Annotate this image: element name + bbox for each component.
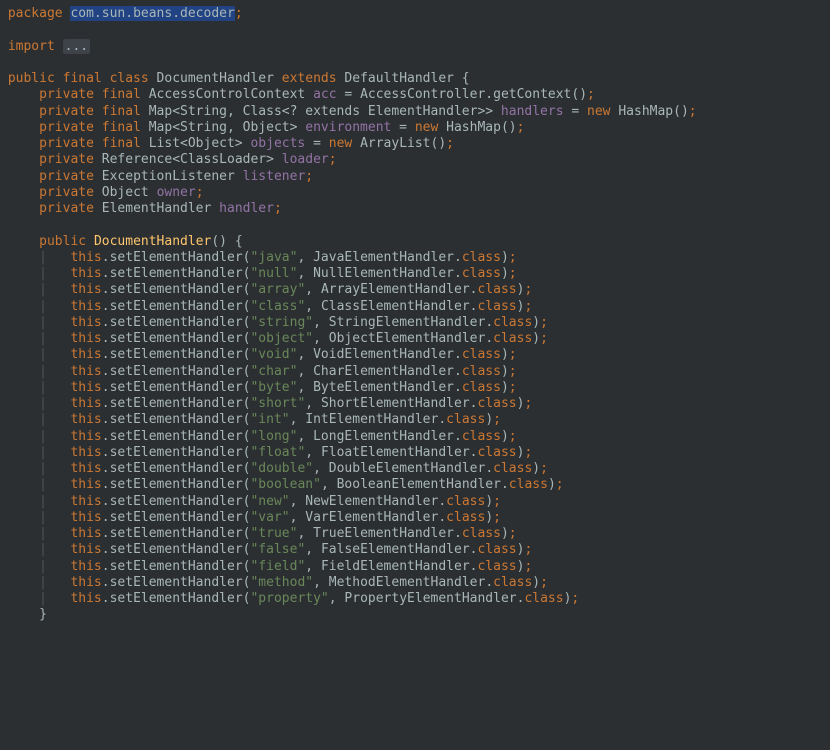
code-editor[interactable]: package com.sun.beans.decoder; import ..…	[0, 0, 830, 624]
